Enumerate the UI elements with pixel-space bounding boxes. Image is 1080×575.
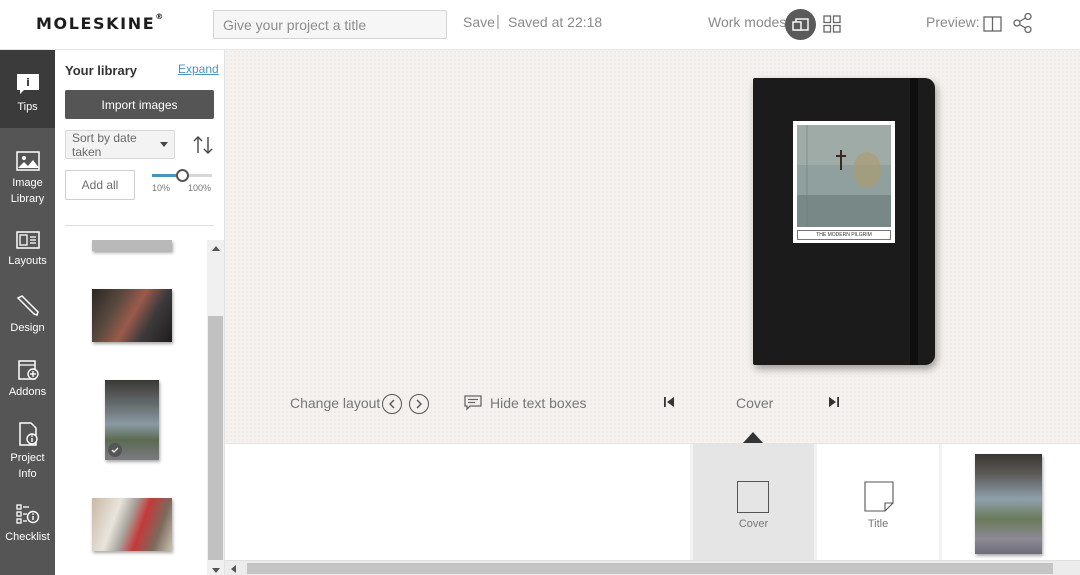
nav-label: Checklist	[5, 531, 50, 543]
elastic-band	[910, 78, 918, 365]
expand-library-link[interactable]: Expand	[178, 62, 219, 76]
title-page-icon	[864, 481, 894, 512]
zoom-max-label: 100%	[188, 183, 212, 193]
moleskine-logo[interactable]: MOLESKINE®	[36, 12, 163, 33]
previous-layout-button[interactable]	[382, 394, 402, 414]
current-page-label: Cover	[736, 395, 774, 411]
image-library-panel: Your library Expand Import images Sort b…	[55, 50, 225, 575]
page-filmstrip: Cover Title	[225, 443, 1080, 561]
cover-photo	[797, 125, 891, 227]
slider-handle[interactable]	[175, 169, 189, 182]
page-card-label: Cover	[738, 518, 769, 530]
nav-item-addons[interactable]: Addons	[0, 357, 55, 407]
notebook-cover[interactable]: THE MODERN PILGRIM	[753, 78, 935, 365]
chevron-down-icon	[160, 142, 168, 147]
book-preview-icon[interactable]	[983, 15, 1002, 33]
scroll-down-icon[interactable]	[212, 568, 220, 573]
image-icon	[15, 151, 40, 171]
top-header: MOLESKINE® Save | Saved at 22:18 Work mo…	[0, 0, 1080, 50]
import-images-button[interactable]: Import images	[65, 90, 214, 119]
library-title: Your library	[65, 63, 138, 78]
save-button[interactable]: Save	[463, 14, 495, 30]
chevron-left-icon	[389, 399, 395, 409]
scroll-up-icon[interactable]	[212, 246, 220, 251]
library-scrollbar[interactable]	[207, 240, 224, 575]
nav-label: Tips	[17, 101, 38, 113]
nav-label: Addons	[8, 386, 47, 398]
page-photo-thumbnail	[975, 454, 1042, 554]
nav-label: Project Info	[10, 452, 45, 480]
library-thumbnail[interactable]	[92, 498, 172, 551]
single-page-mode-button[interactable]	[785, 9, 816, 40]
single-page-icon	[791, 17, 809, 31]
cover-page-icon	[737, 481, 769, 513]
chevron-right-icon	[416, 399, 422, 409]
filmstrip-scrollbar[interactable]	[225, 560, 1080, 575]
info-icon: i	[16, 74, 39, 94]
page-card-cover[interactable]: Cover	[693, 444, 814, 561]
pencil-icon	[16, 295, 39, 316]
nav-label: Layouts	[8, 255, 47, 267]
add-all-button[interactable]: Add all	[65, 170, 135, 200]
saved-status: Saved at 22:18	[508, 14, 603, 30]
last-page-icon[interactable]	[828, 396, 840, 408]
thumbnail-zoom-slider[interactable]	[152, 169, 214, 184]
next-layout-button[interactable]	[409, 394, 429, 414]
save-separator: |	[496, 13, 500, 30]
document-info-icon	[18, 422, 38, 446]
scroll-thumb[interactable]	[247, 563, 1053, 574]
nav-label: Image Library	[10, 177, 45, 205]
page-card-label: Title	[867, 518, 889, 530]
sort-order-icon[interactable]	[192, 135, 214, 155]
scroll-thumb[interactable]	[208, 316, 223, 560]
cover-caption-textbox[interactable]: THE MODERN PILGRIM	[797, 230, 891, 240]
divider	[65, 225, 214, 226]
nav-item-tips[interactable]: i Tips	[0, 50, 55, 128]
nav-label: Design	[10, 322, 45, 334]
grid-mode-icon[interactable]	[823, 15, 841, 33]
active-page-pointer	[743, 432, 763, 443]
page-card-photo[interactable]	[942, 444, 1080, 561]
layout-icon	[15, 231, 40, 249]
share-icon[interactable]	[1012, 12, 1034, 34]
zoom-min-label: 10%	[152, 183, 171, 193]
change-layout-label: Change layout	[290, 395, 381, 411]
text-box-icon	[464, 395, 482, 411]
preview-label: Preview:	[926, 14, 980, 30]
nav-item-project-info[interactable]: Project Info	[0, 421, 55, 483]
project-title-input[interactable]	[213, 10, 447, 39]
nav-item-image-library[interactable]: Image Library	[0, 150, 55, 210]
first-page-icon[interactable]	[663, 396, 675, 408]
sort-dropdown[interactable]: Sort by date taken	[65, 130, 175, 159]
page-card-title[interactable]: Title	[817, 444, 939, 561]
work-modes-label: Work modes:	[708, 14, 791, 30]
nav-item-design[interactable]: Design	[0, 293, 55, 343]
library-thumbnail-list	[55, 240, 207, 575]
cover-photo-frame[interactable]: THE MODERN PILGRIM	[793, 121, 895, 243]
hide-text-boxes-toggle[interactable]: Hide text boxes	[464, 395, 587, 411]
addon-icon	[17, 360, 39, 380]
nav-item-layouts[interactable]: Layouts	[0, 230, 55, 280]
nav-item-checklist[interactable]: Checklist	[0, 502, 55, 552]
sort-selected-value: Sort by date taken	[72, 130, 137, 159]
scroll-left-icon[interactable]	[231, 565, 236, 573]
check-icon	[108, 443, 122, 457]
svg-text:i: i	[26, 76, 30, 89]
hide-text-boxes-label: Hide text boxes	[490, 395, 587, 411]
editor-canvas: THE MODERN PILGRIM	[225, 50, 1080, 443]
library-thumbnail[interactable]	[92, 240, 172, 251]
checklist-icon	[15, 504, 39, 524]
left-navigation: i Tips Image Library Layouts Design Addo…	[0, 50, 55, 575]
library-thumbnail[interactable]	[105, 380, 159, 460]
library-thumbnail[interactable]	[92, 289, 172, 342]
